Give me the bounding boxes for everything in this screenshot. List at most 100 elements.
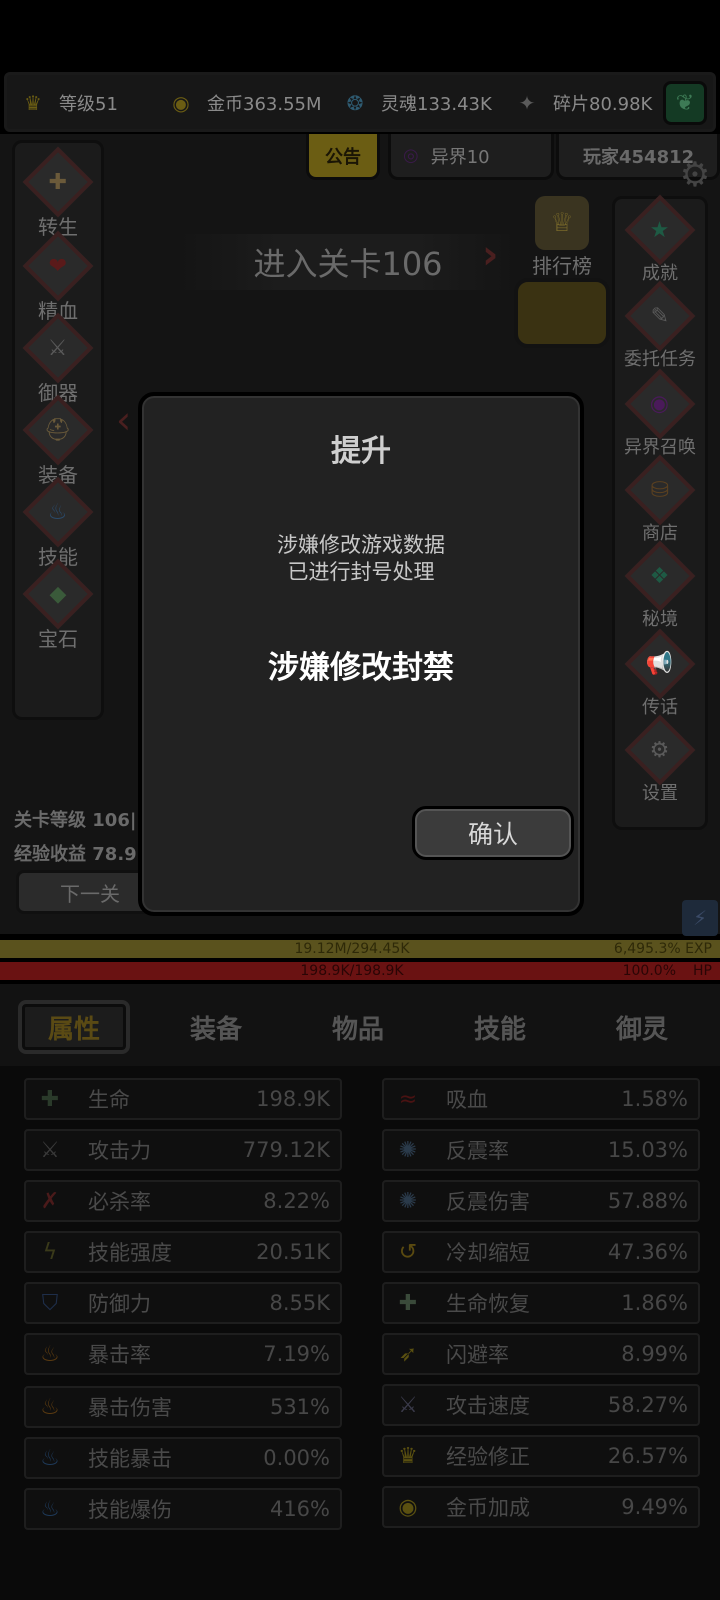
notice-tab[interactable]: 公告 [306, 134, 380, 180]
menu-shop[interactable]: ⛁ 商店 [615, 454, 705, 545]
secret-realm-icon: ❖ [624, 540, 696, 612]
menu-achievement[interactable]: ★ 成就 [615, 194, 705, 285]
crown-icon: ♛ [24, 91, 42, 115]
stat-name: 生命 [88, 1088, 130, 1112]
resource-level-label: 等级51 [59, 94, 118, 115]
star-icon: ★ [624, 194, 696, 266]
stat-value: 57.88% [607, 1189, 688, 1213]
stat-value: 26.57% [607, 1444, 688, 1468]
stat-row: ≈ 吸血 1.58% [382, 1078, 700, 1120]
regen-icon: ✚ [398, 1290, 418, 1316]
tab-spirits[interactable]: 御灵 [586, 1000, 698, 1054]
megaphone-icon: 📢 [624, 628, 696, 700]
tab-equipment[interactable]: 装备 [160, 1000, 272, 1054]
chevron-left-icon[interactable]: ‹ [116, 398, 140, 446]
tab-skills[interactable]: 技能 [444, 1000, 556, 1054]
hp-bar-percent: 100.0% [622, 963, 676, 979]
stat-name: 暴击伤害 [88, 1396, 172, 1420]
stat-value: 7.19% [263, 1342, 330, 1366]
stat-row: ♛ 经验修正 26.57% [382, 1435, 700, 1477]
auto-battle-icon[interactable]: ⚡ [682, 900, 718, 936]
stat-value: 9.49% [621, 1495, 688, 1519]
stat-row: ✺ 反震率 15.03% [382, 1129, 700, 1171]
menu-skill[interactable]: ♨ 技能 [13, 476, 103, 570]
stat-row: ♨ 暴击率 7.19% [24, 1333, 342, 1375]
dialog-message-line2: 已进行封号处理 [287, 560, 435, 584]
exp-gain: 经验收益 78.9 [14, 844, 137, 865]
leaf-menu-button[interactable]: ❦ [663, 81, 707, 125]
hp-bar: 198.9K/198.9K 100.0% HP [0, 962, 720, 980]
tab-items[interactable]: 物品 [302, 1000, 414, 1054]
enter-stage-button[interactable]: 进入关卡106 [178, 234, 518, 290]
hp-bar-text: 198.9K/198.9K [300, 963, 404, 979]
stat-row: ✗ 必杀率 8.22% [24, 1180, 342, 1222]
menu-gem[interactable]: ◆ 宝石 [13, 558, 103, 652]
life-cross-icon: ✚ [40, 1086, 60, 1112]
stat-row: ⚔ 攻击速度 58.27% [382, 1384, 700, 1426]
stat-row: ✚ 生命恢复 1.86% [382, 1282, 700, 1324]
right-menu: ★ 成就 ✎ 委托任务 ◉ 异界召唤 ⛁ 商店 ❖ 秘境 📢 传话 ⚙ 设置 [612, 194, 708, 830]
exp-bar-percent: 6,495.3% EXP [613, 941, 712, 957]
menu-secret-realm[interactable]: ❖ 秘境 [615, 540, 705, 631]
stat-value: 47.36% [607, 1240, 688, 1264]
crown-icon: ♛ [398, 1443, 418, 1469]
stat-name: 闪避率 [446, 1343, 509, 1367]
equipment-icon: ⛑ [22, 394, 94, 466]
commission-icon: ✎ [624, 280, 696, 352]
blue-flame-icon: ♨ [40, 1496, 60, 1522]
menu-equipment[interactable]: ⛑ 装备 [13, 394, 103, 488]
trophy-icon: ♕ [535, 196, 589, 250]
artifact-icon: ⚔ [22, 312, 94, 384]
stat-row: ♨ 暴击伤害 531% [24, 1386, 342, 1428]
tab-attributes[interactable]: 属性 [18, 1000, 130, 1054]
shop-bag-icon: ⛁ [624, 454, 696, 526]
speed-sword-icon: ⚔ [398, 1392, 418, 1418]
treasure-chest-icon[interactable] [514, 278, 610, 348]
stat-row: ◉ 金币加成 9.49% [382, 1486, 700, 1528]
stat-value: 779.12K [242, 1138, 330, 1162]
stat-value: 20.51K [256, 1240, 330, 1264]
stat-value: 1.86% [621, 1291, 688, 1315]
stat-value: 8.22% [263, 1189, 330, 1213]
blue-flame-icon: ♨ [40, 1445, 60, 1471]
flame-icon: ♨ [40, 1341, 60, 1367]
blood-icon: ❤ [22, 230, 94, 302]
stat-name: 经验修正 [446, 1445, 530, 1469]
stat-name: 冷却缩短 [446, 1241, 530, 1265]
stat-row: ⛉ 防御力 8.55K [24, 1282, 342, 1324]
menu-artifact[interactable]: ⚔ 御器 [13, 312, 103, 406]
stat-name: 技能爆伤 [88, 1498, 172, 1522]
resource-level: ♛ 等级51 [15, 85, 118, 121]
stat-name: 生命恢复 [446, 1292, 530, 1316]
skill-flame-icon: ♨ [22, 476, 94, 548]
panel-tabs: 属性 装备 物品 技能 御灵 [0, 984, 720, 1066]
stat-name: 吸血 [446, 1088, 488, 1112]
cooldown-icon: ↺ [398, 1239, 418, 1265]
stat-name: 攻击力 [88, 1139, 151, 1163]
menu-settings[interactable]: ⚙ 设置 [615, 714, 705, 805]
stat-name: 技能暴击 [88, 1447, 172, 1471]
confirm-button[interactable]: 确认 [412, 806, 574, 860]
stage-level: 关卡等级 106| [14, 810, 137, 831]
reflect-icon: ✺ [398, 1137, 418, 1163]
stat-value: 531% [269, 1395, 330, 1419]
rebirth-icon: ✚ [22, 146, 94, 218]
stat-name: 技能强度 [88, 1241, 172, 1265]
stat-row: ✺ 反震伤害 57.88% [382, 1180, 700, 1222]
stat-name: 必杀率 [88, 1190, 151, 1214]
resource-gold-label: 金币363.55M [207, 94, 322, 115]
menu-rebirth[interactable]: ✚ 转生 [13, 146, 103, 240]
gear-icon[interactable]: ⚙ [676, 156, 714, 194]
menu-summon[interactable]: ◉ 异界召唤 [615, 368, 705, 459]
sword-icon: ⚔ [40, 1137, 60, 1163]
menu-megaphone[interactable]: 📢 传话 [615, 628, 705, 719]
menu-blood[interactable]: ❤ 精血 [13, 230, 103, 324]
hp-bar-tag: HP [693, 963, 712, 979]
flame-icon: ♨ [40, 1394, 60, 1420]
ranking-button[interactable]: ♕ 排行榜 [526, 196, 598, 279]
dialog-title: 提升 [331, 434, 391, 469]
world-tab[interactable]: ◎ 异界10 [388, 134, 554, 180]
menu-commission[interactable]: ✎ 委托任务 [615, 280, 705, 371]
stat-value: 8.55K [269, 1291, 330, 1315]
resource-soul-label: 灵魂133.43K [381, 94, 492, 115]
